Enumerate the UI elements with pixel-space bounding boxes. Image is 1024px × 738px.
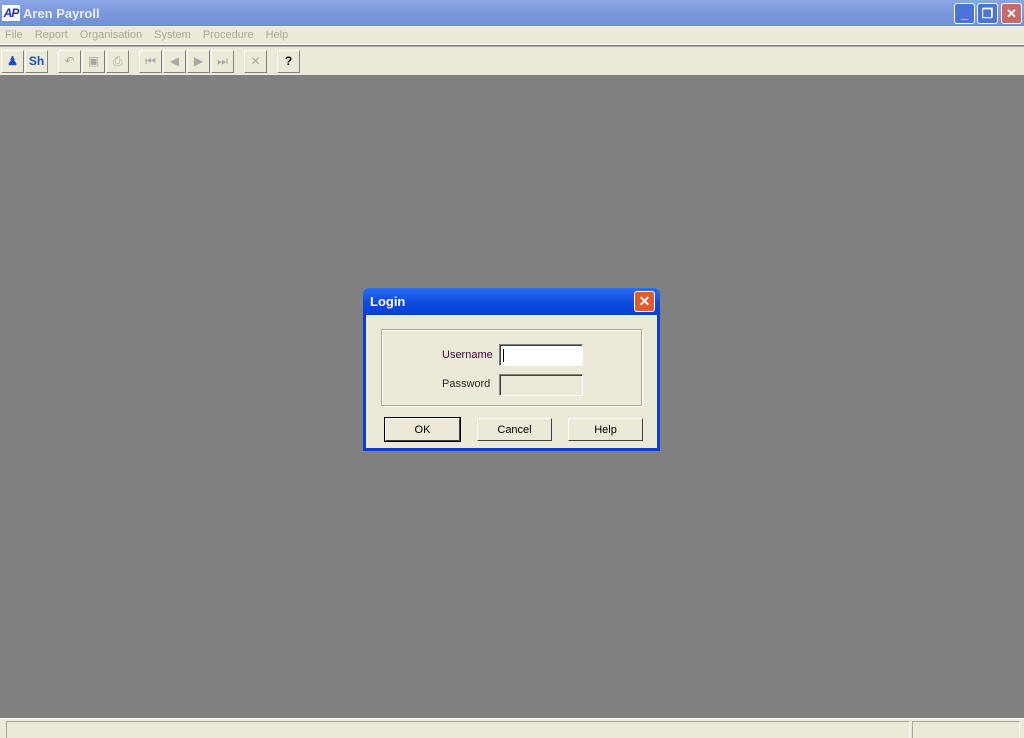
app-icon: AP [2, 5, 20, 21]
dialog-close-button[interactable]: ✕ [634, 291, 655, 312]
title-bar[interactable]: AP Aren Payroll _ ❐ ✕ [0, 0, 1024, 26]
menu-report[interactable]: Report [29, 29, 74, 41]
undo-icon[interactable]: ↶ [58, 49, 81, 73]
ok-button[interactable]: OK [384, 417, 461, 442]
toolbar: ♟ Sh ↶ ▣ ⎙ ⏮ ◀ ▶ ⏭ ✕ ? [0, 46, 1024, 75]
credentials-group: Username Password [381, 329, 642, 406]
previous-record-icon[interactable]: ◀ [163, 49, 186, 73]
password-label: Password [442, 378, 491, 390]
menu-help[interactable]: Help [260, 29, 295, 41]
menu-file[interactable]: File [0, 29, 29, 41]
person-icon[interactable]: ♟ [1, 49, 24, 73]
username-input[interactable] [499, 344, 583, 366]
menu-system[interactable]: System [148, 29, 197, 41]
delete-icon[interactable]: ✕ [244, 49, 267, 73]
dialog-title: Login [370, 294, 406, 309]
login-dialog: Login ✕ Username Password OK Cancel Help [363, 288, 660, 451]
menu-organisation[interactable]: Organisation [74, 29, 148, 41]
next-record-icon[interactable]: ▶ [187, 49, 210, 73]
help-icon[interactable]: ? [277, 49, 300, 73]
status-bar [0, 718, 1024, 738]
help-button[interactable]: Help [568, 418, 643, 441]
close-button[interactable]: ✕ [1001, 3, 1022, 24]
menu-bar: File Report Organisation System Procedur… [0, 26, 1024, 45]
print-icon[interactable]: ⎙ [106, 49, 129, 73]
minimize-button[interactable]: _ [954, 3, 975, 24]
restore-button[interactable]: ❐ [977, 3, 998, 24]
window-title: Aren Payroll [23, 5, 100, 21]
sh-button[interactable]: Sh [25, 49, 48, 73]
save-icon[interactable]: ▣ [82, 49, 105, 73]
password-input[interactable] [499, 374, 583, 396]
menu-procedure[interactable]: Procedure [197, 29, 260, 41]
first-record-icon[interactable]: ⏮ [139, 49, 162, 73]
last-record-icon[interactable]: ⏭ [211, 49, 234, 73]
status-pane-main [6, 721, 910, 738]
status-pane-secondary [912, 721, 1020, 738]
username-label: Username [442, 349, 493, 361]
cancel-button[interactable]: Cancel [477, 418, 552, 441]
dialog-title-bar[interactable]: Login [363, 288, 660, 315]
